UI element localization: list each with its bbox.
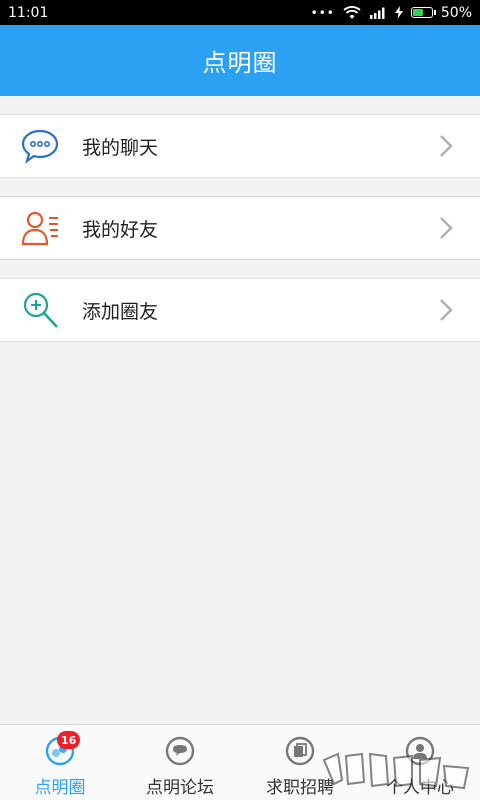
menu-item-my-friends[interactable]: 我的好友 [0, 196, 480, 260]
menu-item-my-chats[interactable]: 我的聊天 [0, 114, 480, 178]
menu-item-add-friends[interactable]: 添加圈友 [0, 278, 480, 342]
battery-percent: 50% [440, 4, 472, 21]
status-time: 11:01 [8, 4, 49, 21]
unread-badge: 16 [57, 731, 81, 749]
tab-dianming-forum[interactable]: 点明论坛 [120, 725, 240, 800]
tab-label: 点明论坛 [146, 778, 214, 798]
profile-tab-icon [405, 736, 435, 766]
wifi-icon [343, 5, 361, 19]
forum-tab-icon [165, 736, 195, 766]
chevron-right-icon [440, 217, 453, 239]
status-icons: ••• 50% [311, 5, 472, 21]
status-bar: 11:01 ••• 50% [0, 0, 480, 25]
charging-bolt-icon [394, 6, 403, 19]
tab-dianming-circle[interactable]: 16 点明圈 [0, 725, 120, 800]
tab-label: 求职招聘 [266, 778, 334, 798]
battery-fill [412, 9, 423, 16]
friends-list-icon [21, 211, 58, 246]
jobs-tab-icon [285, 736, 315, 766]
notification-dots: ••• [310, 5, 335, 20]
signal-icon [369, 7, 385, 19]
battery-icon [410, 7, 436, 18]
menu-item-label: 我的聊天 [82, 136, 159, 159]
tab-personal-center[interactable]: 个人中心 [360, 725, 480, 800]
title-bar: 点明圈 [0, 25, 480, 96]
page-title: 点明圈 [202, 49, 278, 77]
tab-label: 个人中心 [386, 778, 454, 798]
tab-label: 点明圈 [34, 778, 86, 798]
menu-item-label: 我的好友 [82, 218, 159, 241]
chevron-right-icon [440, 135, 453, 157]
chat-bubble-icon [21, 129, 59, 164]
chevron-right-icon [440, 299, 453, 321]
add-search-icon [23, 292, 58, 328]
tab-job-recruitment[interactable]: 求职招聘 [240, 725, 360, 800]
bottom-tab-bar: 16 点明圈 点明论坛 求职招聘 个人中心 [0, 724, 480, 800]
menu-item-label: 添加圈友 [82, 300, 159, 323]
